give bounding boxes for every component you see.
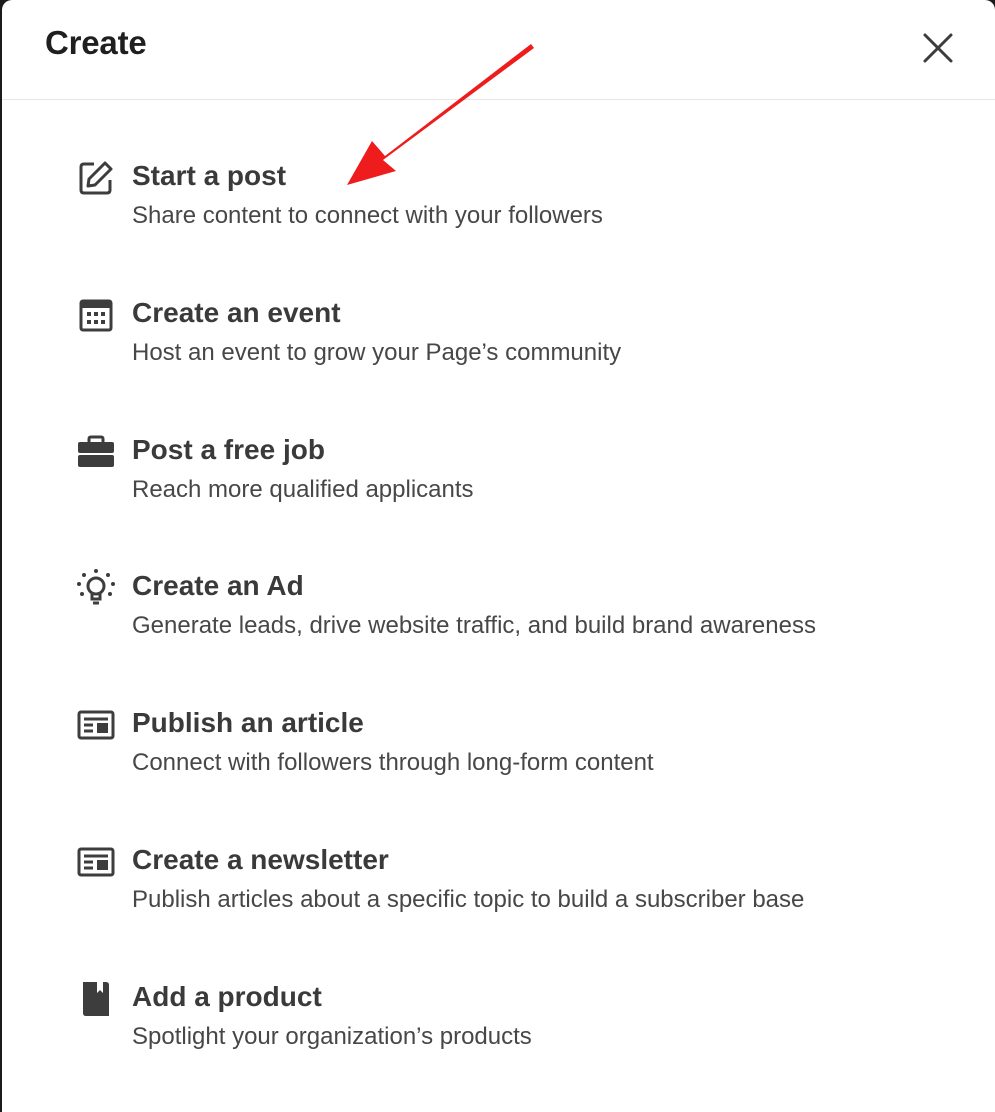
create-item-article[interactable]: Publish an article Connect with follower… (2, 705, 995, 842)
close-button[interactable] (916, 26, 960, 70)
briefcase-icon (76, 432, 116, 472)
item-description: Connect with followers through long-form… (132, 749, 654, 776)
item-title: Create an event (132, 297, 341, 328)
item-description: Publish articles about a specific topic … (132, 886, 805, 913)
item-title: Start a post (132, 160, 287, 191)
modal-header: Create (2, 0, 995, 100)
item-title: Create a newsletter (132, 844, 389, 875)
item-title: Add a product (132, 981, 322, 1012)
calendar-icon (76, 295, 116, 335)
item-title: Create an Ad (132, 570, 304, 601)
item-description: Reach more qualified applicants (132, 476, 474, 503)
pencil-square-icon (76, 158, 116, 198)
create-item-job[interactable]: Post a free job Reach more qualified app… (2, 432, 995, 569)
item-description: Share content to connect with your follo… (132, 202, 603, 229)
create-item-event[interactable]: Create an event Host an event to grow yo… (2, 295, 995, 432)
item-description: Generate leads, drive website traffic, a… (132, 612, 816, 639)
product-icon (76, 979, 116, 1019)
item-description: Spotlight your organization’s products (132, 1023, 532, 1050)
close-icon (923, 33, 953, 63)
create-item-start-post[interactable]: Start a post Share content to connect wi… (2, 158, 995, 295)
create-item-ad[interactable]: Create an Ad Generate leads, drive websi… (2, 568, 995, 705)
newsletter-icon (76, 842, 116, 882)
create-item-newsletter[interactable]: Create a newsletter Publish articles abo… (2, 842, 995, 979)
item-description: Host an event to grow your Page’s commun… (132, 339, 622, 366)
item-title: Publish an article (132, 707, 364, 738)
create-modal: Create Start a post Share content to con… (2, 0, 995, 1112)
article-icon (76, 705, 116, 745)
lightbulb-icon (76, 568, 116, 608)
create-item-product[interactable]: Add a product Spotlight your organizatio… (2, 979, 995, 1112)
item-title: Post a free job (132, 434, 325, 465)
modal-title: Create (45, 24, 147, 61)
